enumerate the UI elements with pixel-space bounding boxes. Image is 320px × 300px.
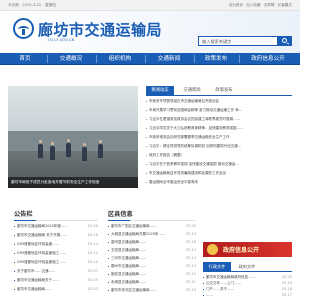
gov-tabs: 行政文件 政府文件	[203, 262, 292, 272]
site-header: 廊坊市交通运输局 JTJ.LF.GOV.CN 输入搜索关键字	[0, 11, 300, 53]
tab-traffic-news[interactable]: 交通新闻	[178, 86, 206, 96]
nav-item-news[interactable]: 交通新闻	[146, 53, 192, 65]
news-item[interactable]: 市政府专项督导组在市交通运输局召开座谈会	[146, 99, 292, 106]
county-info-title: 区县信息	[108, 211, 133, 218]
top-bar: 今天是：2025-3-20 星期四 设为首页 加入收藏 无障碍 长者模式	[0, 0, 300, 11]
bureau-logo-icon[interactable]	[13, 18, 34, 39]
news-tabs: 要闻动态 交通新闻 政策发布	[146, 86, 292, 96]
notice-item[interactable]: G95首都地区环线高速施工…… 03-12	[14, 251, 98, 258]
news-item[interactable]: 政府工作报告（摘要）	[146, 153, 292, 160]
county-item[interactable]: 大城县交通运输局开展2025年…… 03-19	[108, 232, 196, 239]
top-links: 设为首页 加入收藏 无障碍 长者模式	[227, 3, 292, 8]
notice-item[interactable]: 廊坊市交通运输局 关于开展…… 03-18	[14, 233, 98, 240]
top-link-elder-mode[interactable]: 长者模式	[278, 3, 292, 7]
notice-item[interactable]: G95首都地区环线高速…… 03-14	[14, 242, 98, 249]
photo-caption[interactable]: 廊坊市局班子成员分赴各地开展节前安全生产工作检查	[8, 177, 138, 188]
news-item[interactable]: 习近平：健全党领导的统筹协调机制 加快构建现代化交通…	[146, 144, 292, 151]
county-item[interactable]: 廊坊市安次区交通运输局…… 03-10	[108, 288, 196, 295]
photo-person	[38, 140, 43, 158]
nav-item-policy[interactable]: 政策发布	[195, 53, 237, 65]
national-emblem-icon	[207, 244, 218, 255]
top-link-accessibility[interactable]: 无障碍	[264, 3, 275, 7]
news-item[interactable]: 习近平同志关于大力弘扬教育家精神、加快建设教育强国……	[146, 126, 292, 133]
top-link-homepage[interactable]: 设为首页	[229, 3, 243, 7]
tab-gov-docs[interactable]: 政府文件	[233, 262, 261, 272]
county-divider	[108, 220, 196, 221]
county-item[interactable]: 廊坊市广阳区交通运输局…… 03-20	[108, 224, 196, 231]
county-item[interactable]: 文安县交通运输局…… 03-17	[108, 248, 196, 255]
county-item[interactable]: 永清县交通运输局…… 03-11	[108, 280, 196, 287]
nav-item-organization[interactable]: 组织机构	[97, 53, 143, 65]
notice-item[interactable]: 廊坊市交通运输局关于…… 03-05	[14, 278, 98, 285]
gov-item[interactable]: …… 03-17	[203, 293, 292, 300]
photo-person	[50, 142, 55, 160]
nav-item-home[interactable]: 首页	[6, 53, 44, 65]
news-item[interactable]: 市交通运输局召开党风廉政建设和反腐败工作会议	[146, 171, 292, 178]
county-item[interactable]: 固安县交通运输局…… 03-12	[108, 272, 196, 279]
weekday-text: 星期四	[45, 3, 56, 7]
top-link-favorite[interactable]: 加入收藏	[246, 3, 260, 7]
news-item[interactable]: 习近平在宁夏考察时强调 加快建设交通强国 推动交通运…	[146, 162, 292, 169]
notice-item[interactable]: 廊坊市交通运输局2025年度…… 03-20	[14, 224, 98, 231]
notice-board-title: 公告栏	[14, 211, 33, 218]
county-item[interactable]: 霸州市交通运输局…… 03-13	[108, 264, 196, 271]
photo-person	[66, 139, 71, 157]
date-info: 今天是：2025-3-20 星期四	[8, 3, 59, 8]
tab-admin-docs[interactable]: 行政文件	[203, 262, 231, 272]
photo-person	[82, 143, 87, 161]
photo-building	[8, 131, 138, 151]
search-icon	[282, 38, 287, 43]
notice-item[interactable]: 关于廊坊市……交通…… 03-07	[14, 269, 98, 276]
news-item[interactable]: 习近平在看望参加政协会议的民建工商联界委员时强调……	[146, 117, 292, 124]
photo-person	[98, 140, 103, 158]
search-input[interactable]: 输入搜索关键字	[198, 36, 278, 46]
county-item[interactable]: 三河市交通运输局…… 03-14	[108, 256, 196, 263]
site-domain: JTJ.LF.GOV.CN	[48, 38, 75, 42]
gov-info-banner[interactable]: 政府信息公开	[203, 242, 292, 257]
nav-item-overview[interactable]: 交通概况	[48, 53, 94, 65]
tab-important-news[interactable]: 要闻动态	[146, 86, 174, 96]
county-item[interactable]: 香河县交通运输局…… 03-18	[108, 240, 196, 247]
notice-item[interactable]: 廊坊市交通运输局…… 03-03	[14, 287, 98, 294]
news-photo-carousel[interactable]: 廊坊市局班子成员分赴各地开展节前安全生产工作检查	[8, 86, 138, 188]
main-nav: 首页 交通概况 组织机构 交通新闻 政策发布 政府信息公开	[0, 53, 300, 65]
gov-info-banner-text: 政府信息公开	[223, 247, 260, 254]
search-button[interactable]	[278, 36, 292, 46]
tab-policy[interactable]: 政策发布	[210, 86, 238, 96]
notice-divider	[14, 220, 98, 221]
nav-item-gov-info[interactable]: 政府信息公开	[240, 53, 296, 65]
news-item[interactable]: 春运期间全市客运安全平稳有序	[146, 180, 292, 187]
date-text: 今天是：2025-3-20	[8, 3, 41, 7]
site-title[interactable]: 廊坊市交通运输局	[38, 19, 162, 40]
notice-item[interactable]: G95首都地区环线高速施工…… 03-10	[14, 260, 98, 267]
photo-background	[8, 86, 138, 136]
news-item[interactable]: 市政府常务会议研究部署春季交通运输安全生产工作	[146, 135, 292, 142]
news-item[interactable]: 市局开展学习贯彻全国两会精神 奋力推动交通运输工作 争…	[146, 108, 292, 115]
